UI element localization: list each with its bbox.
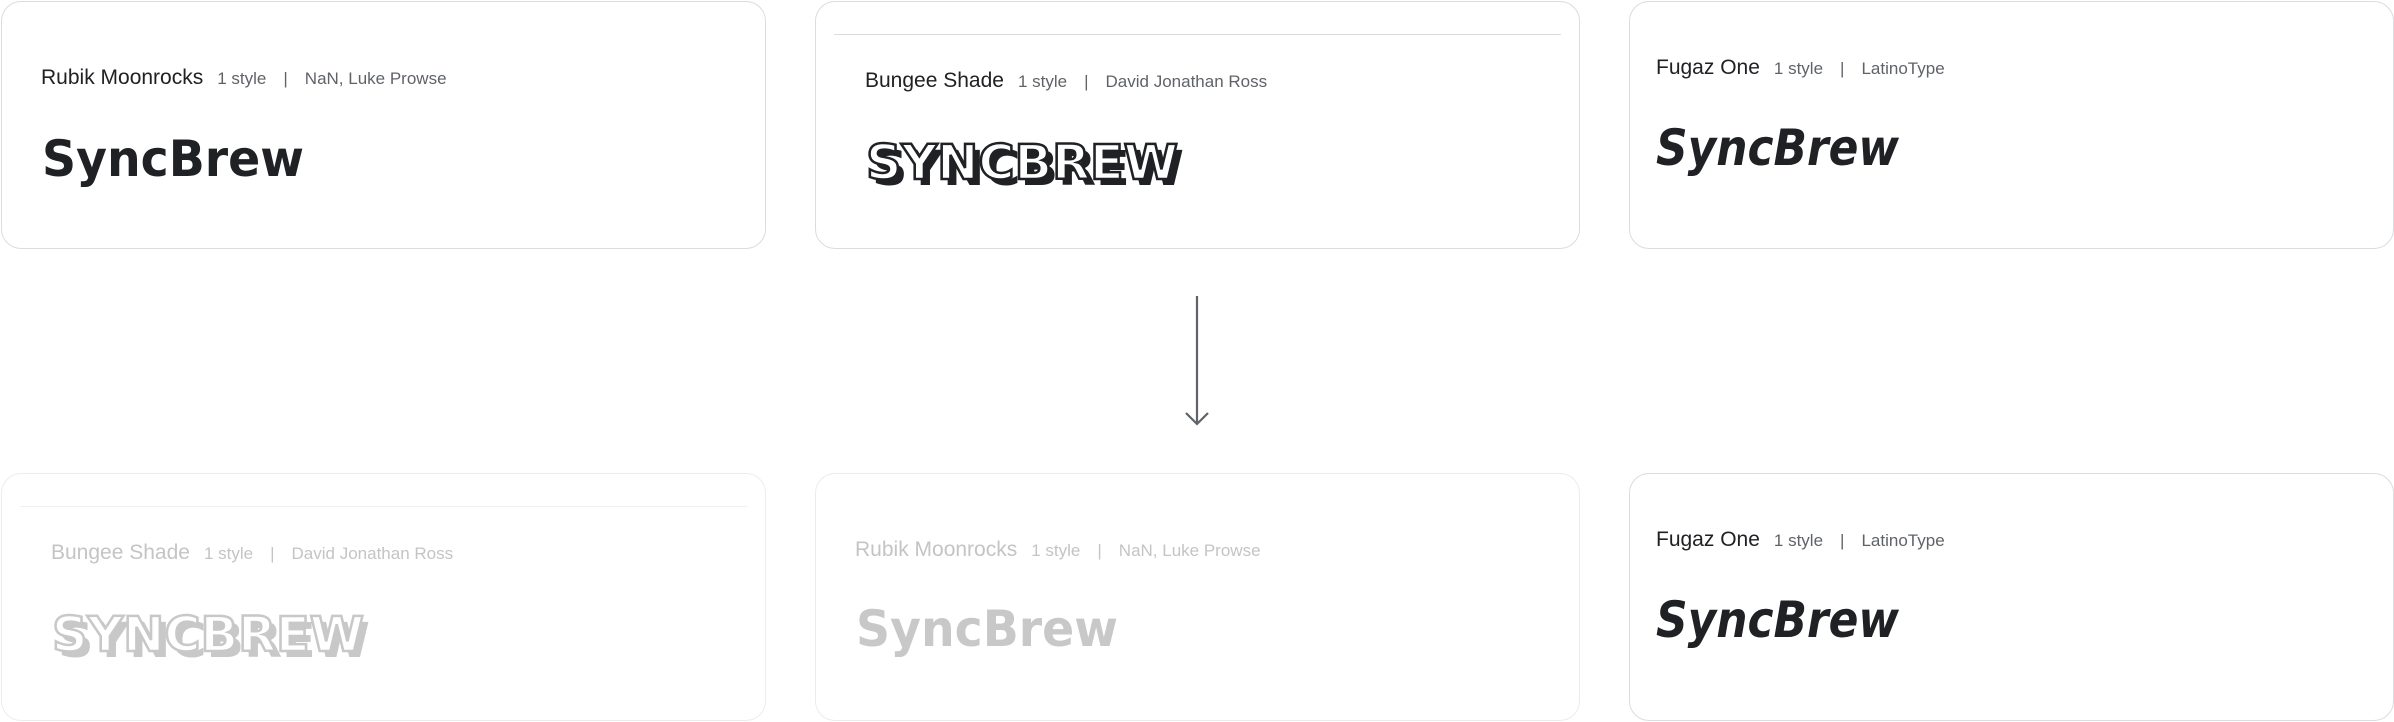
font-family-name: Fugaz One	[1656, 528, 1760, 551]
font-designer: NaN, Luke Prowse	[1118, 541, 1261, 560]
card-top-divider	[834, 34, 1561, 35]
style-count: 1 style	[217, 69, 267, 88]
font-card-meta: Bungee Shade 1 style | David Jonathan Ro…	[51, 541, 453, 565]
font-preview: SyncBrew	[1656, 591, 1916, 652]
font-family-name: Rubik Moonrocks	[41, 66, 204, 89]
font-card-rubik-moonrocks[interactable]: Rubik Moonrocks 1 style | NaN, Luke Prow…	[1, 1, 766, 249]
style-count: 1 style	[1773, 59, 1824, 78]
preview-text: SYNCBREW	[52, 607, 364, 663]
font-card-meta: Fugaz One 1 style | LatinoType	[1656, 56, 1945, 80]
preview-text: SyncBrew	[1656, 591, 1900, 649]
card-top-divider	[20, 506, 747, 507]
preview-text: SYNCBREW	[866, 135, 1178, 191]
font-card-meta: Rubik Moonrocks 1 style | NaN, Luke Prow…	[855, 538, 1261, 562]
meta-separator: |	[283, 69, 288, 88]
font-family-name: Fugaz One	[1656, 56, 1760, 79]
font-card-rubik-moonrocks-faded[interactable]: Rubik Moonrocks 1 style | NaN, Luke Prow…	[815, 473, 1580, 721]
font-preview: SYNCBREW SYNCBREW	[51, 606, 382, 669]
font-card-meta: Fugaz One 1 style | LatinoType	[1656, 528, 1945, 552]
font-family-name: Bungee Shade	[51, 541, 190, 564]
arrow-down-icon	[1182, 294, 1212, 429]
meta-separator: |	[270, 544, 275, 563]
font-card-meta: Rubik Moonrocks 1 style | NaN, Luke Prow…	[41, 66, 447, 90]
font-card-fugaz-one[interactable]: Fugaz One 1 style | LatinoType SyncBrew	[1629, 1, 2394, 249]
font-family-name: Rubik Moonrocks	[855, 538, 1018, 561]
meta-separator: |	[1840, 59, 1845, 78]
style-count: 1 style	[1031, 541, 1081, 560]
style-count: 1 style	[203, 544, 254, 563]
font-designer: David Jonathan Ross	[291, 544, 454, 563]
font-preview: SyncBrew	[1656, 119, 1916, 180]
font-preview: SyncBrew	[856, 600, 1126, 658]
font-preview: SyncBrew	[42, 130, 312, 188]
font-card-bungee-shade[interactable]: Bungee Shade 1 style | David Jonathan Ro…	[815, 1, 1580, 249]
font-designer: LatinoType	[1861, 531, 1945, 550]
preview-text: SyncBrew	[856, 600, 1118, 658]
style-count: 1 style	[1773, 531, 1824, 550]
font-designer: NaN, Luke Prowse	[304, 69, 447, 88]
font-card-fugaz-one-selected[interactable]: Fugaz One 1 style | LatinoType SyncBrew	[1629, 473, 2394, 721]
style-count: 1 style	[1017, 72, 1068, 91]
font-card-bungee-shade-faded[interactable]: Bungee Shade 1 style | David Jonathan Ro…	[1, 473, 766, 721]
font-designer: David Jonathan Ross	[1105, 72, 1268, 91]
meta-separator: |	[1840, 531, 1845, 550]
font-card-meta: Bungee Shade 1 style | David Jonathan Ro…	[865, 69, 1267, 93]
font-family-name: Bungee Shade	[865, 69, 1004, 92]
font-preview: SYNCBREW SYNCBREW	[865, 134, 1196, 197]
font-designer: LatinoType	[1861, 59, 1945, 78]
preview-text: SyncBrew	[1656, 119, 1900, 177]
meta-separator: |	[1097, 541, 1102, 560]
meta-separator: |	[1084, 72, 1089, 91]
